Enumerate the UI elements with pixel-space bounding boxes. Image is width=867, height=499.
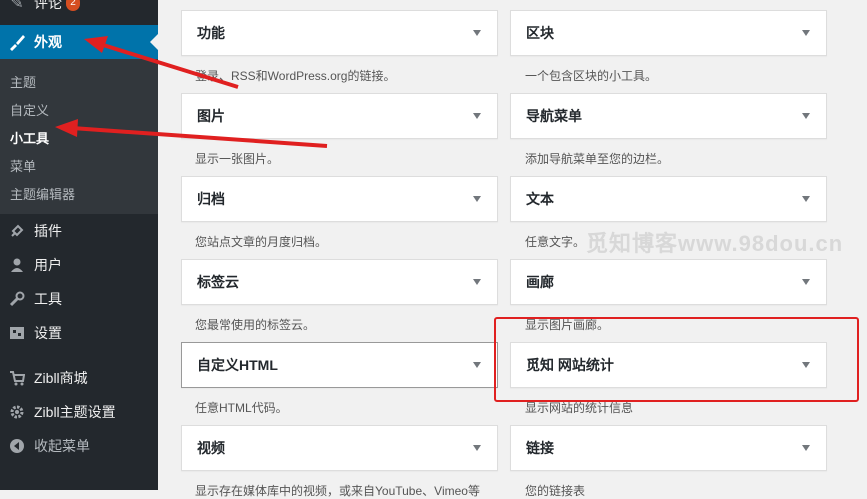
caret-down-icon[interactable] <box>473 30 481 36</box>
sidebar-item-collapse[interactable]: 收起菜单 <box>0 429 158 463</box>
caret-down-icon[interactable] <box>473 113 481 119</box>
widget-title: 文本 <box>526 191 554 207</box>
widget-title: 图片 <box>197 108 225 124</box>
sidebar-item-label: 收起菜单 <box>34 438 90 454</box>
widget-title: 标签云 <box>197 274 239 290</box>
widget-title: 功能 <box>197 25 225 41</box>
widget-title: 归档 <box>197 191 225 207</box>
widget-description: 登录、RSS和WordPress.org的链接。 <box>195 69 396 83</box>
submenu-item-theme-editor[interactable]: 主题编辑器 <box>10 184 75 203</box>
caret-down-icon[interactable] <box>473 362 481 368</box>
caret-down-icon[interactable] <box>802 445 810 451</box>
widget-description: 添加导航菜单至您的边栏。 <box>525 152 670 166</box>
plugin-icon <box>7 221 27 241</box>
widget-description: 显示一张图片。 <box>195 152 280 166</box>
admin-sidebar: ✎ 评论 2 外观 主题 自定义 小工具 菜单 主题编辑器 插件 用户 工具 设… <box>0 0 158 490</box>
widget-nav-menu[interactable]: 导航菜单 <box>510 93 827 139</box>
sidebar-item-settings[interactable]: 设置 <box>0 316 158 350</box>
widget-block[interactable]: 区块 <box>510 10 827 56</box>
appearance-submenu: 主题 自定义 小工具 菜单 主题编辑器 <box>0 59 158 214</box>
widget-custom-html[interactable]: 自定义HTML <box>181 342 498 388</box>
widget-text[interactable]: 文本 <box>510 176 827 222</box>
cart-icon <box>7 368 27 388</box>
widget-video[interactable]: 视频 <box>181 425 498 471</box>
sidebar-item-tools[interactable]: 工具 <box>0 282 158 316</box>
caret-down-icon[interactable] <box>473 196 481 202</box>
sidebar-item-users[interactable]: 用户 <box>0 248 158 282</box>
widget-description: 您最常使用的标签云。 <box>195 318 316 332</box>
watermark: 觅知博客www.98dou.cn <box>586 231 844 256</box>
widget-title: 画廊 <box>526 274 554 290</box>
submenu-item-themes[interactable]: 主题 <box>10 72 36 91</box>
submenu-item-widgets[interactable]: 小工具 <box>10 128 49 147</box>
settings-icon <box>7 323 27 343</box>
caret-down-icon[interactable] <box>802 279 810 285</box>
sidebar-item-label: 外观 <box>34 34 62 50</box>
widget-archives[interactable]: 归档 <box>181 176 498 222</box>
widget-description: 任意文字。 <box>525 235 586 249</box>
paintbrush-icon <box>7 32 27 52</box>
caret-down-icon[interactable] <box>802 113 810 119</box>
widget-tag-cloud[interactable]: 标签云 <box>181 259 498 305</box>
widget-image[interactable]: 图片 <box>181 93 498 139</box>
widget-description: 任意HTML代码。 <box>195 401 288 415</box>
submenu-item-menus[interactable]: 菜单 <box>10 156 36 175</box>
sidebar-item-comments[interactable]: ✎ 评论 2 <box>0 0 158 20</box>
highlight-box <box>494 317 859 402</box>
sidebar-item-label: 设置 <box>34 325 62 341</box>
widget-description: 您的链接表 <box>525 484 586 498</box>
widget-meta[interactable]: 功能 <box>181 10 498 56</box>
widget-description: 您站点文章的月度归档。 <box>195 235 328 249</box>
user-icon <box>7 255 27 275</box>
submenu-item-customize[interactable]: 自定义 <box>10 100 49 119</box>
sidebar-item-label: 评论 <box>34 0 62 11</box>
sidebar-item-label: 工具 <box>34 291 62 307</box>
sidebar-item-label: 用户 <box>34 257 62 273</box>
comments-icon: ✎ <box>10 0 24 12</box>
comments-count-badge: 2 <box>66 0 80 11</box>
widget-title: 自定义HTML <box>197 357 278 373</box>
caret-down-icon[interactable] <box>473 279 481 285</box>
wrench-icon <box>7 289 27 309</box>
sidebar-item-zibll-settings[interactable]: Zibll主题设置 <box>0 395 158 429</box>
sidebar-item-zibll-shop[interactable]: Zibll商城 <box>0 361 158 395</box>
widget-gallery[interactable]: 画廊 <box>510 259 827 305</box>
collapse-icon <box>7 436 27 456</box>
widget-links[interactable]: 链接 <box>510 425 827 471</box>
sidebar-item-plugins[interactable]: 插件 <box>0 214 158 248</box>
caret-down-icon[interactable] <box>473 445 481 451</box>
widget-title: 区块 <box>526 25 554 41</box>
widget-title: 链接 <box>526 440 554 456</box>
caret-down-icon[interactable] <box>802 30 810 36</box>
widget-description: 显示存在媒体库中的视频，或来自YouTube、Vimeo等 <box>195 484 480 498</box>
widget-description: 一个包含区块的小工具。 <box>525 69 658 83</box>
widget-title: 视频 <box>197 440 225 456</box>
sidebar-item-label: Zibll商城 <box>34 370 88 386</box>
sidebar-item-label: 插件 <box>34 223 62 239</box>
widget-title: 导航菜单 <box>526 108 582 124</box>
sidebar-item-appearance[interactable]: 外观 <box>0 25 158 59</box>
caret-down-icon[interactable] <box>802 196 810 202</box>
gear-icon <box>7 402 27 422</box>
sidebar-item-label: Zibll主题设置 <box>34 404 116 420</box>
